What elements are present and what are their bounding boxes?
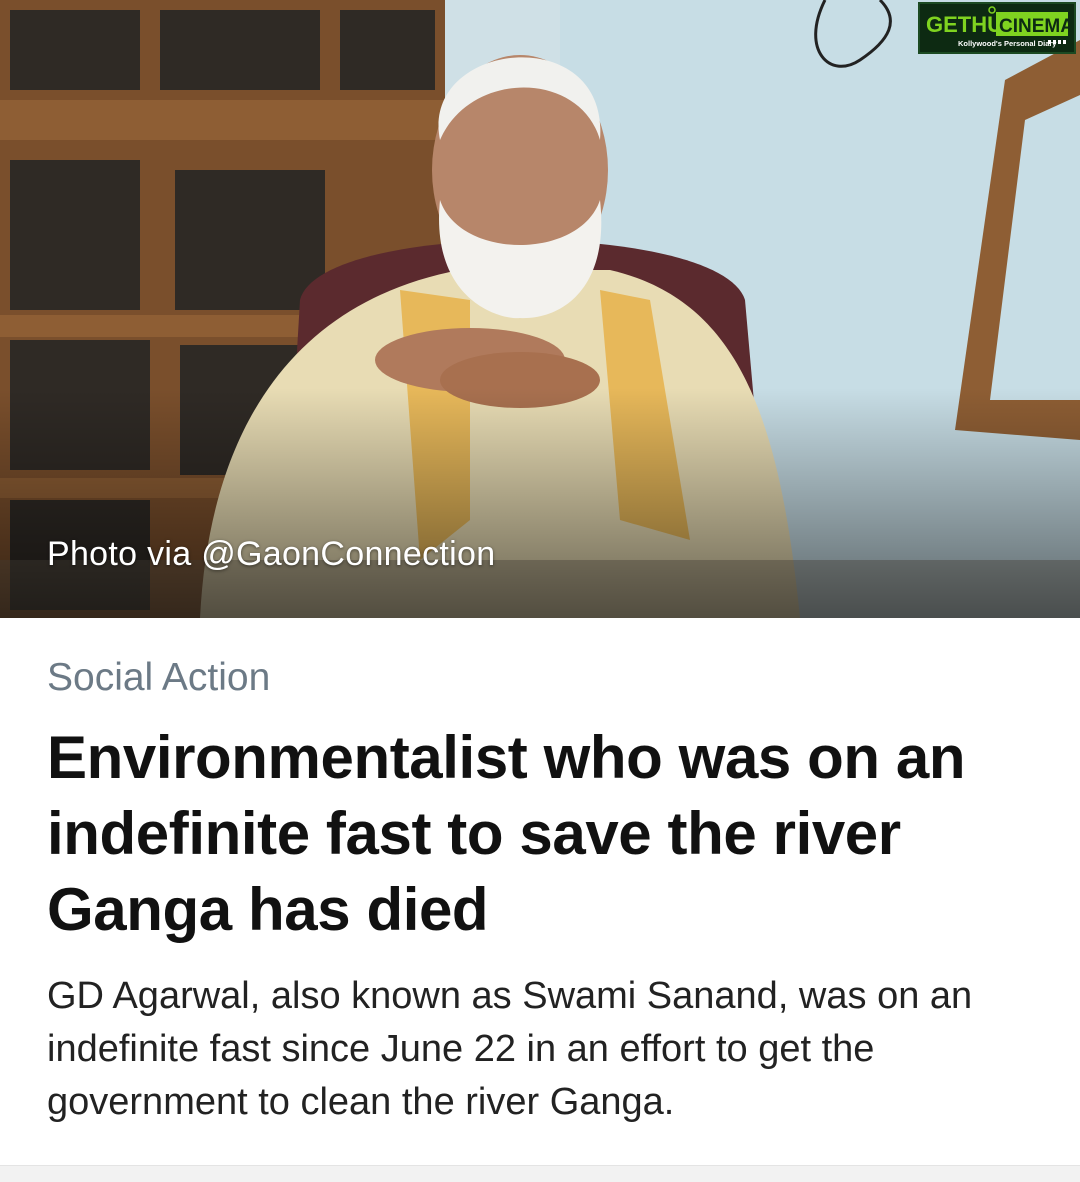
svg-text:CINEMA: CINEMA (999, 16, 1074, 37)
article-category[interactable]: Social Action (47, 656, 270, 700)
article-hero-image[interactable]: Photo via @GaonConnection (0, 0, 1080, 618)
photo-credit: Photo via @GaonConnection (47, 535, 496, 573)
bottom-divider (0, 1165, 1080, 1182)
svg-text:Kollywood's Personal Diary: Kollywood's Personal Diary (958, 39, 1057, 48)
gethucinema-logo: GETHU CINEMA Kollywood's Personal Diary (918, 2, 1076, 54)
article-headline[interactable]: Environmentalist who was on an indefinit… (47, 720, 1047, 948)
gethucinema-logo-mark: GETHU CINEMA Kollywood's Personal Diary (920, 4, 1074, 52)
caption-gradient (0, 388, 1080, 618)
svg-text:GETHU: GETHU (926, 12, 1003, 37)
article-summary: GD Agarwal, also known as Swami Sanand, … (47, 975, 973, 1123)
